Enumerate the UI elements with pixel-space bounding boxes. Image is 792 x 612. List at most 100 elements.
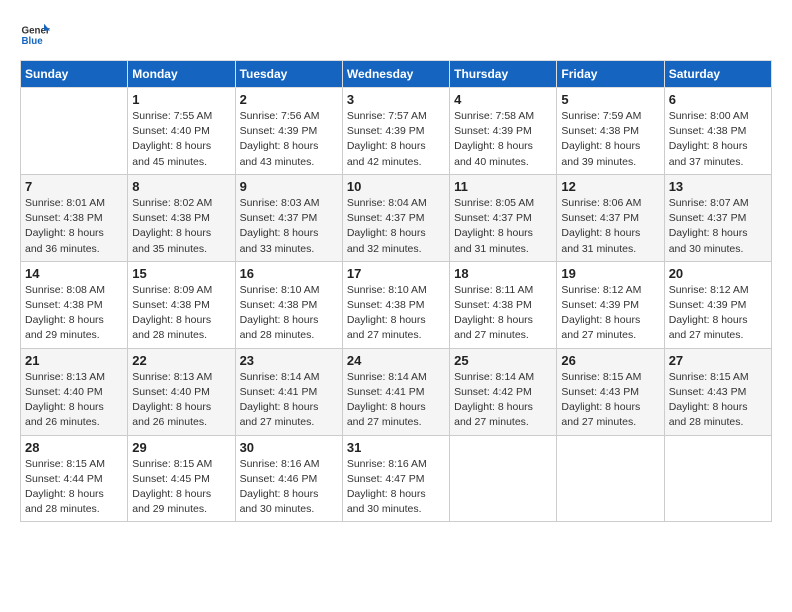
day-info: Sunrise: 8:15 AMSunset: 4:43 PMDaylight:… bbox=[561, 370, 659, 431]
day-info: Sunrise: 8:03 AMSunset: 4:37 PMDaylight:… bbox=[240, 196, 338, 257]
calendar-cell: 11 Sunrise: 8:05 AMSunset: 4:37 PMDayligh… bbox=[450, 174, 557, 261]
calendar-cell: 16Sunrise: 8:10 AMSunset: 4:38 PMDayligh… bbox=[235, 261, 342, 348]
day-info: Sunrise: 7:57 AMSunset: 4:39 PMDaylight:… bbox=[347, 109, 445, 170]
calendar-cell: 21Sunrise: 8:13 AMSunset: 4:40 PMDayligh… bbox=[21, 348, 128, 435]
day-number: 17 bbox=[347, 266, 445, 281]
day-number: 25 bbox=[454, 353, 552, 368]
calendar-cell: 8Sunrise: 8:02 AMSunset: 4:38 PMDaylight… bbox=[128, 174, 235, 261]
day-info: Sunrise: 8:12 AMSunset: 4:39 PMDaylight:… bbox=[669, 283, 767, 344]
day-info: Sunrise: 8:13 AMSunset: 4:40 PMDaylight:… bbox=[132, 370, 230, 431]
calendar-cell bbox=[557, 435, 664, 522]
calendar-cell: 4 Sunrise: 7:58 AMSunset: 4:39 PMDaylight… bbox=[450, 88, 557, 175]
calendar-week-row: 14Sunrise: 8:08 AMSunset: 4:38 PMDayligh… bbox=[21, 261, 772, 348]
calendar-week-row: 28Sunrise: 8:15 AMSunset: 4:44 PMDayligh… bbox=[21, 435, 772, 522]
calendar-cell: 13 Sunrise: 8:07 AMSunset: 4:37 PMDayligh… bbox=[664, 174, 771, 261]
day-info: Sunrise: 8:15 AMSunset: 4:43 PMDaylight:… bbox=[669, 370, 767, 431]
day-info: Sunrise: 8:04 AMSunset: 4:37 PMDaylight:… bbox=[347, 196, 445, 257]
calendar-cell: 14Sunrise: 8:08 AMSunset: 4:38 PMDayligh… bbox=[21, 261, 128, 348]
day-info: Sunrise: 7:58 AMSunset: 4:39 PMDaylight:… bbox=[454, 109, 552, 170]
day-number: 22 bbox=[132, 353, 230, 368]
calendar-cell: 17 Sunrise: 8:10 AMSunset: 4:38 PMDayligh… bbox=[342, 261, 449, 348]
day-number: 26 bbox=[561, 353, 659, 368]
day-info: Sunrise: 8:05 AMSunset: 4:37 PMDaylight:… bbox=[454, 196, 552, 257]
calendar-cell: 30 Sunrise: 8:16 AMSunset: 4:46 PMDayligh… bbox=[235, 435, 342, 522]
day-info: Sunrise: 8:11 AMSunset: 4:38 PMDaylight:… bbox=[454, 283, 552, 344]
day-number: 31 bbox=[347, 440, 445, 455]
calendar-week-row: 7 Sunrise: 8:01 AMSunset: 4:38 PMDaylight… bbox=[21, 174, 772, 261]
calendar-cell: 31Sunrise: 8:16 AMSunset: 4:47 PMDayligh… bbox=[342, 435, 449, 522]
calendar-cell: 10Sunrise: 8:04 AMSunset: 4:37 PMDayligh… bbox=[342, 174, 449, 261]
calendar-cell: 28Sunrise: 8:15 AMSunset: 4:44 PMDayligh… bbox=[21, 435, 128, 522]
calendar-cell: 1 Sunrise: 7:55 AMSunset: 4:40 PMDaylight… bbox=[128, 88, 235, 175]
day-info: Sunrise: 7:59 AMSunset: 4:38 PMDaylight:… bbox=[561, 109, 659, 170]
day-info: Sunrise: 8:10 AMSunset: 4:38 PMDaylight:… bbox=[240, 283, 338, 344]
day-number: 7 bbox=[25, 179, 123, 194]
day-info: Sunrise: 8:14 AMSunset: 4:42 PMDaylight:… bbox=[454, 370, 552, 431]
calendar-cell: 7 Sunrise: 8:01 AMSunset: 4:38 PMDaylight… bbox=[21, 174, 128, 261]
calendar-week-row: 1 Sunrise: 7:55 AMSunset: 4:40 PMDaylight… bbox=[21, 88, 772, 175]
day-info: Sunrise: 8:10 AMSunset: 4:38 PMDaylight:… bbox=[347, 283, 445, 344]
day-info: Sunrise: 8:07 AMSunset: 4:37 PMDaylight:… bbox=[669, 196, 767, 257]
day-number: 24 bbox=[347, 353, 445, 368]
day-info: Sunrise: 7:55 AMSunset: 4:40 PMDaylight:… bbox=[132, 109, 230, 170]
day-info: Sunrise: 8:08 AMSunset: 4:38 PMDaylight:… bbox=[25, 283, 123, 344]
day-number: 19 bbox=[561, 266, 659, 281]
day-number: 21 bbox=[25, 353, 123, 368]
weekday-header: Sunday bbox=[21, 61, 128, 88]
day-number: 23 bbox=[240, 353, 338, 368]
weekday-header: Monday bbox=[128, 61, 235, 88]
day-number: 15 bbox=[132, 266, 230, 281]
calendar-cell bbox=[450, 435, 557, 522]
day-number: 18 bbox=[454, 266, 552, 281]
logo-icon: General Blue bbox=[20, 20, 50, 50]
calendar-table: SundayMondayTuesdayWednesdayThursdayFrid… bbox=[20, 60, 772, 522]
calendar-cell: 2 Sunrise: 7:56 AMSunset: 4:39 PMDaylight… bbox=[235, 88, 342, 175]
calendar-cell: 29 Sunrise: 8:15 AMSunset: 4:45 PMDayligh… bbox=[128, 435, 235, 522]
day-number: 2 bbox=[240, 92, 338, 107]
day-number: 4 bbox=[454, 92, 552, 107]
weekday-header: Tuesday bbox=[235, 61, 342, 88]
day-number: 13 bbox=[669, 179, 767, 194]
day-info: Sunrise: 8:06 AMSunset: 4:37 PMDaylight:… bbox=[561, 196, 659, 257]
day-number: 29 bbox=[132, 440, 230, 455]
calendar-cell: 24 Sunrise: 8:14 AMSunset: 4:41 PMDayligh… bbox=[342, 348, 449, 435]
page-header: General Blue bbox=[20, 20, 772, 50]
day-info: Sunrise: 8:14 AMSunset: 4:41 PMDaylight:… bbox=[240, 370, 338, 431]
calendar-cell: 20 Sunrise: 8:12 AMSunset: 4:39 PMDayligh… bbox=[664, 261, 771, 348]
day-info: Sunrise: 8:00 AMSunset: 4:38 PMDaylight:… bbox=[669, 109, 767, 170]
day-number: 20 bbox=[669, 266, 767, 281]
day-info: Sunrise: 8:16 AMSunset: 4:46 PMDaylight:… bbox=[240, 457, 338, 518]
day-number: 9 bbox=[240, 179, 338, 194]
weekday-header: Thursday bbox=[450, 61, 557, 88]
day-number: 27 bbox=[669, 353, 767, 368]
calendar-cell: 3 Sunrise: 7:57 AMSunset: 4:39 PMDaylight… bbox=[342, 88, 449, 175]
day-info: Sunrise: 7:56 AMSunset: 4:39 PMDaylight:… bbox=[240, 109, 338, 170]
calendar-cell: 25 Sunrise: 8:14 AMSunset: 4:42 PMDayligh… bbox=[450, 348, 557, 435]
day-number: 1 bbox=[132, 92, 230, 107]
calendar-cell: 23 Sunrise: 8:14 AMSunset: 4:41 PMDayligh… bbox=[235, 348, 342, 435]
day-number: 8 bbox=[132, 179, 230, 194]
weekday-header: Saturday bbox=[664, 61, 771, 88]
calendar-cell: 6Sunrise: 8:00 AMSunset: 4:38 PMDaylight… bbox=[664, 88, 771, 175]
day-number: 3 bbox=[347, 92, 445, 107]
calendar-header-row: SundayMondayTuesdayWednesdayThursdayFrid… bbox=[21, 61, 772, 88]
day-number: 12 bbox=[561, 179, 659, 194]
day-info: Sunrise: 8:12 AMSunset: 4:39 PMDaylight:… bbox=[561, 283, 659, 344]
calendar-cell: 9 Sunrise: 8:03 AMSunset: 4:37 PMDaylight… bbox=[235, 174, 342, 261]
calendar-cell: 19 Sunrise: 8:12 AMSunset: 4:39 PMDayligh… bbox=[557, 261, 664, 348]
calendar-cell: 5Sunrise: 7:59 AMSunset: 4:38 PMDaylight… bbox=[557, 88, 664, 175]
calendar-week-row: 21 Sunrise: 8:13 AMSunset: 4:40 PMDayligh… bbox=[21, 348, 772, 435]
day-number: 28 bbox=[25, 440, 123, 455]
day-info: Sunrise: 8:14 AMSunset: 4:41 PMDaylight:… bbox=[347, 370, 445, 431]
calendar-cell bbox=[21, 88, 128, 175]
calendar-cell: 12 Sunrise: 8:06 AMSunset: 4:37 PMDayligh… bbox=[557, 174, 664, 261]
calendar-cell: 27 Sunrise: 8:15 AMSunset: 4:43 PMDayligh… bbox=[664, 348, 771, 435]
day-info: Sunrise: 8:15 AMSunset: 4:45 PMDaylight:… bbox=[132, 457, 230, 518]
logo: General Blue bbox=[20, 20, 50, 50]
calendar-cell bbox=[664, 435, 771, 522]
calendar-cell: 26 Sunrise: 8:15 AMSunset: 4:43 PMDayligh… bbox=[557, 348, 664, 435]
day-number: 11 bbox=[454, 179, 552, 194]
day-info: Sunrise: 8:01 AMSunset: 4:38 PMDaylight:… bbox=[25, 196, 123, 257]
day-number: 30 bbox=[240, 440, 338, 455]
calendar-cell: 15Sunrise: 8:09 AMSunset: 4:38 PMDayligh… bbox=[128, 261, 235, 348]
